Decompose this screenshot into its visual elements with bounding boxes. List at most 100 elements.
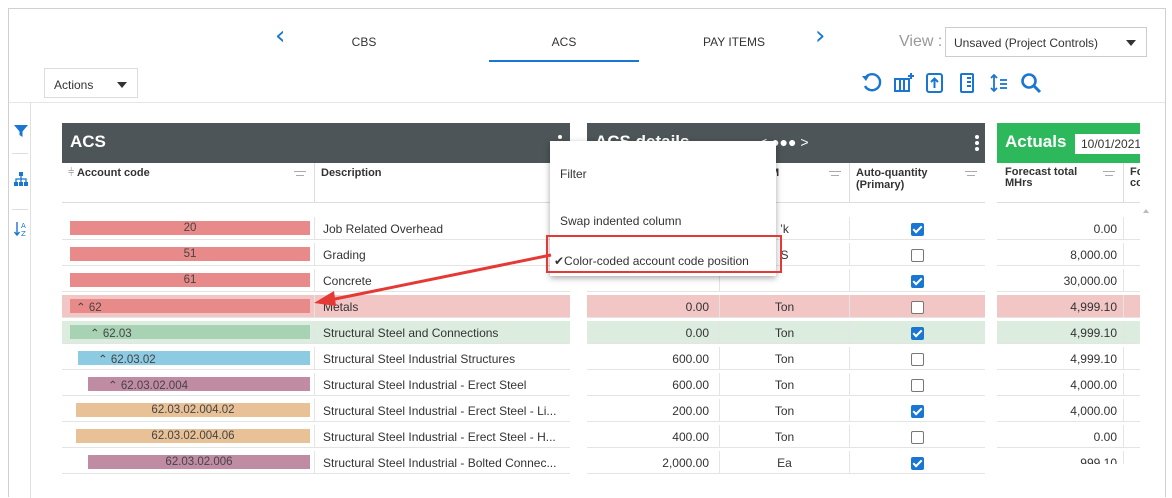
table-cell-quantity[interactable]: 200.00	[587, 399, 719, 422]
checkbox-checked[interactable]	[911, 275, 924, 288]
tab-cbs[interactable]: CBS	[289, 35, 439, 49]
table-cell-uom[interactable]: Ton	[719, 425, 849, 448]
table-cell-description[interactable]: Concrete	[314, 269, 570, 292]
table-cell-description[interactable]: Metals	[314, 295, 570, 318]
filter-lines-icon[interactable]	[294, 171, 306, 179]
table-cell-next	[1123, 217, 1140, 240]
table-cell-uom[interactable]: Ton	[719, 295, 849, 318]
checkbox-checked[interactable]	[911, 457, 924, 470]
column-header-account-code[interactable]: ⫩ Account code	[62, 163, 314, 203]
caret-down-icon	[1126, 40, 1136, 46]
tab-pay-items[interactable]: PAY ITEMS	[659, 35, 809, 49]
filter-icon[interactable]	[13, 123, 29, 139]
checkbox-unchecked[interactable]	[911, 353, 924, 366]
undo-icon[interactable]	[860, 71, 884, 95]
scroll-up-icon[interactable]	[1143, 209, 1149, 213]
column-settings-icon[interactable]	[955, 71, 979, 95]
table-cell-account-code[interactable]: 62.03.02.004.06	[62, 425, 314, 448]
table-cell-description[interactable]: Structural Steel and Connections	[314, 321, 570, 344]
table-cell-description[interactable]: Structural Steel Industrial - Erect Stee…	[314, 425, 570, 448]
table-cell-forecast-total[interactable]: 0.00	[997, 217, 1123, 240]
table-cell-quantity[interactable]: 400.00	[587, 425, 719, 448]
table-cell-account-code[interactable]: 20	[62, 217, 314, 240]
table-cell-account-code[interactable]: ⌃ 62.03.02	[62, 347, 314, 370]
sort-az-icon[interactable]: AZ	[13, 221, 29, 237]
tab-acs[interactable]: ACS	[489, 35, 639, 62]
table-cell-uom[interactable]: Ea	[719, 451, 849, 474]
vertical-scrollbar[interactable]	[1140, 203, 1152, 464]
expander-caret-up-icon[interactable]: ⌃	[108, 380, 121, 392]
column-header-description[interactable]: Description	[314, 163, 570, 203]
checkbox-unchecked[interactable]	[911, 379, 924, 392]
account-code-label: 62.03	[102, 328, 132, 340]
table-cell-uom[interactable]: Ton	[719, 347, 849, 370]
add-column-icon[interactable]	[892, 71, 916, 95]
filter-lines-icon[interactable]	[1103, 171, 1115, 179]
search-icon[interactable]	[1019, 71, 1043, 95]
table-cell-forecast-total[interactable]: 4,000.00	[997, 399, 1123, 422]
kebab-menu-icon[interactable]	[975, 135, 979, 151]
table-cell-forecast-total[interactable]: 30,000.00	[997, 269, 1123, 292]
table-cell-quantity[interactable]: 0.00	[587, 321, 719, 344]
table-cell-quantity[interactable]: 600.00	[587, 347, 719, 370]
column-header-auto-quantity[interactable]: Auto-quantity (Primary)	[849, 163, 985, 203]
table-cell-quantity[interactable]: 0.00	[587, 295, 719, 318]
table-cell-uom[interactable]: Ton	[719, 399, 849, 422]
table-cell-forecast-total[interactable]: 8,000.00	[997, 243, 1123, 266]
table-cell-account-code[interactable]: 62.03.02.006	[62, 451, 314, 474]
table-cell-description[interactable]: Structural Steel Industrial - Erect Stee…	[314, 399, 570, 422]
table-cell-uom[interactable]: Ton	[719, 373, 849, 396]
menu-item-swap-indented-column[interactable]: Swap indented column	[560, 214, 681, 228]
acs-panel: ACS ⫩ Account code Description 20 Job Rel…	[62, 123, 570, 474]
table-cell-forecast-total[interactable]: 4,000.00	[997, 373, 1123, 396]
checkbox-unchecked[interactable]	[911, 301, 924, 314]
row-height-icon[interactable]	[987, 71, 1011, 95]
table-cell-account-code[interactable]: 61	[62, 269, 314, 292]
table-cell-description[interactable]: Grading	[314, 243, 570, 266]
view-select[interactable]: Unsaved (Project Controls)	[945, 27, 1147, 57]
checkbox-unchecked[interactable]	[911, 249, 924, 262]
table-cell-next	[1123, 425, 1140, 448]
rail-divider	[12, 153, 28, 154]
table-cell-next	[1123, 295, 1140, 318]
checkbox-checked[interactable]	[911, 405, 924, 418]
chevron-left-icon[interactable]: ‹	[275, 23, 285, 49]
filter-lines-icon[interactable]	[829, 171, 841, 179]
column-header-next[interactable]: Fo co	[1123, 163, 1140, 203]
chevron-right-icon[interactable]: ›	[815, 23, 825, 49]
expander-caret-up-icon[interactable]: ⌃	[76, 302, 89, 314]
column-header-forecast-total[interactable]: Forecast total MHrs	[997, 163, 1123, 203]
table-cell-description[interactable]: Structural Steel Industrial Structures	[314, 347, 570, 370]
table-cell-description[interactable]: Structural Steel Industrial - Erect Stee…	[314, 373, 570, 396]
table-cell-forecast-total[interactable]: 4,999.10	[997, 347, 1123, 370]
hierarchy-icon[interactable]	[13, 171, 29, 187]
date-field[interactable]: 10/01/2021	[1075, 134, 1140, 154]
table-cell-auto-quantity	[849, 373, 985, 396]
table-cell-forecast-total[interactable]: 4,999.10	[997, 295, 1123, 318]
table-cell-auto-quantity	[849, 217, 985, 240]
table-cell-quantity[interactable]: 600.00	[587, 373, 719, 396]
table-cell-account-code[interactable]: ⌃ 62	[62, 295, 314, 318]
checkbox-checked[interactable]	[911, 327, 924, 340]
export-icon[interactable]	[923, 71, 947, 95]
menu-item-filter[interactable]: Filter	[560, 167, 587, 181]
expander-caret-up-icon[interactable]: ⌃	[90, 328, 103, 340]
checkbox-checked[interactable]	[911, 223, 924, 236]
table-cell-account-code[interactable]: ⌃ 62.03	[62, 321, 314, 344]
table-cell-quantity[interactable]: 2,000.00	[587, 451, 719, 474]
table-cell-account-code[interactable]: 62.03.02.004.02	[62, 399, 314, 422]
table-cell-account-code[interactable]: 51	[62, 243, 314, 266]
actions-dropdown[interactable]: Actions	[44, 68, 138, 98]
checkbox-unchecked[interactable]	[911, 431, 924, 444]
table-cell-uom[interactable]: Ton	[719, 321, 849, 344]
table-cell-description[interactable]: Structural Steel Industrial - Bolted Con…	[314, 451, 570, 474]
table-cell-forecast-total[interactable]: 999.10	[997, 451, 1123, 464]
account-code-bar: ⌃ 62.03.02	[78, 351, 310, 366]
collapse-all-icon[interactable]: ⫩	[68, 167, 74, 179]
filter-lines-icon[interactable]	[965, 171, 977, 179]
table-cell-forecast-total[interactable]: 4,999.10	[997, 321, 1123, 344]
table-cell-account-code[interactable]: ⌃ 62.03.02.004	[62, 373, 314, 396]
table-cell-forecast-total[interactable]: 0.00	[997, 425, 1123, 448]
table-cell-description[interactable]: Job Related Overhead	[314, 217, 570, 240]
expander-caret-up-icon[interactable]: ⌃	[98, 354, 111, 366]
